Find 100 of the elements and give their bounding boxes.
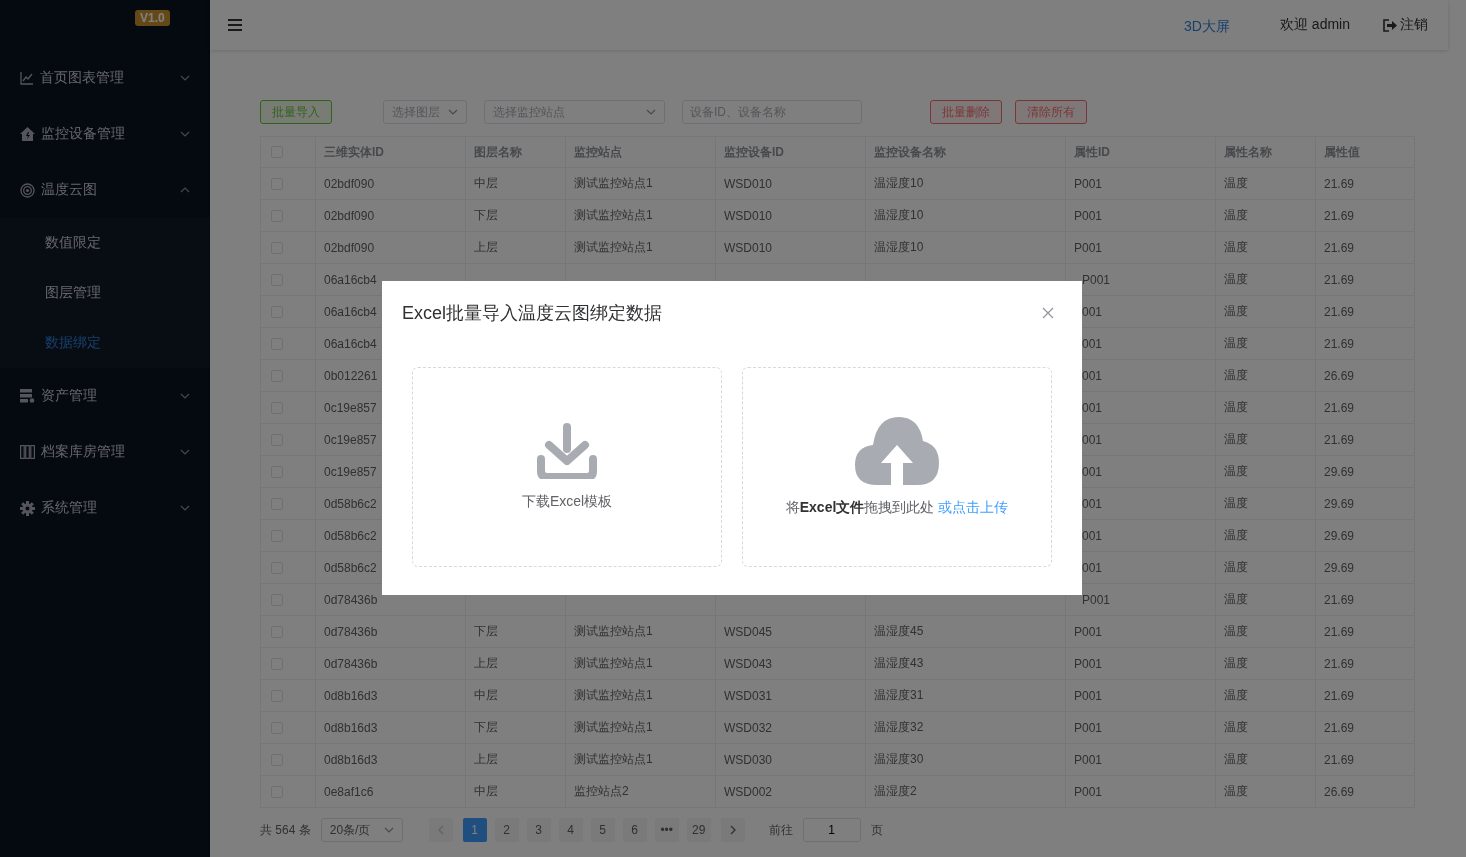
submenu-item[interactable]: 数值限定 xyxy=(0,218,210,268)
download-template-area[interactable]: 下载Excel模板 xyxy=(412,367,722,567)
logout-icon[interactable] xyxy=(1383,18,1398,32)
table-cell: 测试监控站点1 xyxy=(565,647,716,680)
table-cell: 测试监控站点1 xyxy=(565,711,716,744)
menu-item[interactable]: 系统管理 xyxy=(0,480,210,536)
table-cell: 温湿度10 xyxy=(865,167,1066,200)
table-cell: 监控站点2 xyxy=(565,775,716,808)
table-cell: 温度 xyxy=(1215,647,1316,680)
upload-drop-area[interactable]: 将Excel文件拖拽到此处 或点击上传 xyxy=(742,367,1052,567)
page-button[interactable]: 2 xyxy=(494,818,519,842)
menu-icon[interactable] xyxy=(228,19,242,31)
goto-label: 前往 xyxy=(768,821,793,839)
menu-item[interactable]: 监控设备管理 xyxy=(0,106,210,162)
table-cell: 21.69 xyxy=(1315,679,1415,712)
upload-instruction: 将Excel文件拖拽到此处 或点击上传 xyxy=(785,499,1009,517)
goto-field[interactable]: 1 xyxy=(802,818,861,842)
import-button[interactable]: 批量导入 xyxy=(260,100,332,124)
table-cell: 21.69 xyxy=(1315,231,1415,264)
menu-item[interactable]: 档案库房管理 xyxy=(0,424,210,480)
table-cell: 0d78436b xyxy=(315,615,466,648)
menu-item[interactable]: 首页图表管理 xyxy=(0,50,210,106)
welcome-text: 欢迎 admin xyxy=(1279,16,1350,34)
table-cell: 上层 xyxy=(465,647,566,680)
table-cell: WSD010 xyxy=(715,167,866,200)
table-cell: 29.69 xyxy=(1315,455,1415,488)
target-icon xyxy=(20,182,35,198)
page-button[interactable]: ••• xyxy=(654,818,679,842)
table-cell: 26.69 xyxy=(1315,359,1415,392)
table-cell: 21.69 xyxy=(1315,743,1415,776)
download-label: 下载Excel模板 xyxy=(521,493,613,511)
page-button[interactable]: 5 xyxy=(590,818,615,842)
chevron-down-icon xyxy=(180,75,190,81)
table-cell: 温湿度32 xyxy=(865,711,1066,744)
download-icon xyxy=(537,423,597,479)
table-cell: 0e8af1c6 xyxy=(315,775,466,808)
upload-link[interactable]: 或点击上传 xyxy=(938,499,1009,515)
table-cell: WSD031 xyxy=(715,679,866,712)
menu-item[interactable]: 温度云图 xyxy=(0,162,210,218)
table-cell: WSD010 xyxy=(715,199,866,232)
screen-link[interactable]: 3D大屏 xyxy=(1184,18,1230,36)
table-cell: 上层 xyxy=(465,231,566,264)
table-cell: 下层 xyxy=(465,615,566,648)
chevron-down-icon xyxy=(646,109,656,115)
table-cell: 中层 xyxy=(465,775,566,808)
submenu-item[interactable]: 图层管理 xyxy=(0,268,210,318)
table-cell: 21.69 xyxy=(1315,615,1415,648)
table-cell: 温湿度45 xyxy=(865,615,1066,648)
logout-link[interactable]: 注销 xyxy=(1400,16,1428,34)
server-icon xyxy=(20,389,35,403)
table-cell: 29.69 xyxy=(1315,487,1415,520)
table-cell: 温度 xyxy=(1215,263,1316,296)
chevron-down-icon xyxy=(180,131,190,137)
table-cell: 上层 xyxy=(465,743,566,776)
page-button[interactable]: 3 xyxy=(526,818,551,842)
table-cell: 温度 xyxy=(1215,199,1316,232)
table-cell: 测试监控站点1 xyxy=(565,231,716,264)
table-cell: 02bdf090 xyxy=(315,199,466,232)
chevron-down-icon xyxy=(180,505,190,511)
chevron-down-icon xyxy=(383,827,394,833)
table-cell: 0d8b16d3 xyxy=(315,711,466,744)
settings-icon xyxy=(20,500,35,516)
table-cell: WSD045 xyxy=(715,615,866,648)
table-cell: 下层 xyxy=(465,711,566,744)
table-cell: 0d8b16d3 xyxy=(315,679,466,712)
columns-icon xyxy=(20,445,35,459)
table-cell: P001 xyxy=(1065,199,1216,232)
table-cell: 21.69 xyxy=(1315,391,1415,424)
close-icon[interactable] xyxy=(1042,307,1054,319)
table-cell: 29.69 xyxy=(1315,551,1415,584)
table-cell: 测试监控站点1 xyxy=(565,615,716,648)
table-cell: 温湿度43 xyxy=(865,647,1066,680)
table-cell: 温度 xyxy=(1215,167,1316,200)
table-cell: 温湿度2 xyxy=(865,775,1066,808)
table-cell: P001 xyxy=(1065,679,1216,712)
table-cell: 温度 xyxy=(1215,679,1316,712)
table-cell: 温度 xyxy=(1215,455,1316,488)
page-size-select[interactable]: 20条/页 xyxy=(320,818,403,842)
table-cell: 0d78436b xyxy=(315,647,466,680)
chevron-down-icon xyxy=(448,109,458,115)
page-button[interactable]: 29 xyxy=(686,818,711,842)
page-button[interactable]: 4 xyxy=(558,818,583,842)
table-cell: 中层 xyxy=(465,167,566,200)
menu-item[interactable]: 资产管理 xyxy=(0,368,210,424)
table-cell: 02bdf090 xyxy=(315,167,466,200)
table-cell: WSD010 xyxy=(715,231,866,264)
batch-delete-button[interactable]: 批量删除 xyxy=(930,100,1002,124)
clear-all-button[interactable]: 清除所有 xyxy=(1015,100,1087,124)
table-cell: 温度 xyxy=(1215,551,1316,584)
next-page-button[interactable] xyxy=(720,818,745,842)
page-button[interactable]: 6 xyxy=(622,818,647,842)
table-cell: 温度 xyxy=(1215,231,1316,264)
table-cell: P001 xyxy=(1065,615,1216,648)
table-cell: 温度 xyxy=(1215,359,1316,392)
submenu-item[interactable]: 数据绑定 xyxy=(0,318,210,368)
table-cell: 温湿度10 xyxy=(865,199,1066,232)
table-cell: 温湿度10 xyxy=(865,231,1066,264)
table-cell: 测试监控站点1 xyxy=(565,167,716,200)
page-button[interactable]: 1 xyxy=(462,818,487,842)
table-cell: 温度 xyxy=(1215,423,1316,456)
